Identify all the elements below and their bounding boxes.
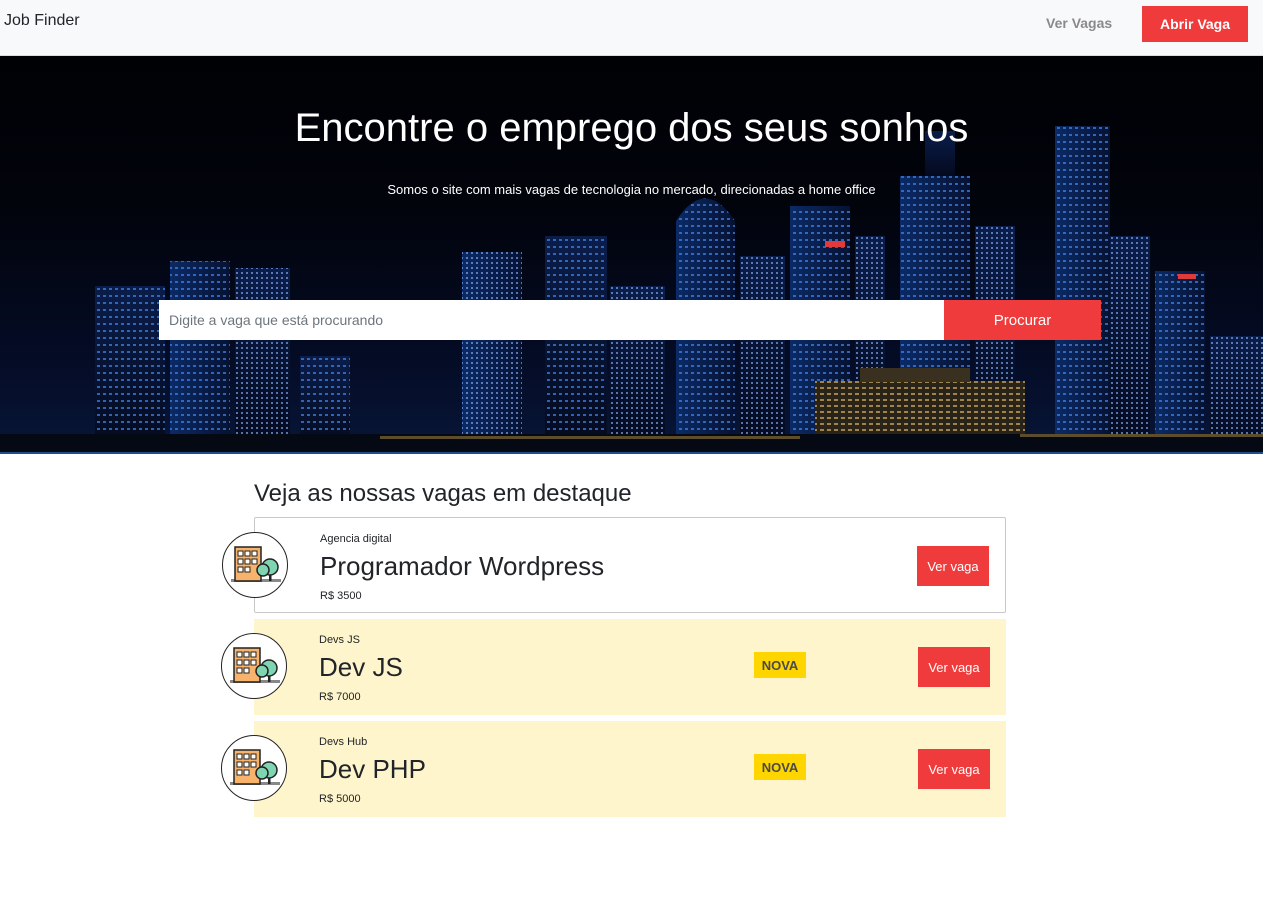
- job-title[interactable]: Dev JS: [319, 652, 403, 683]
- job-salary: R$ 7000: [319, 691, 361, 703]
- job-card: Devs Hub Dev PHP R$ 5000 NOVA Ver vaga: [221, 721, 1006, 817]
- view-job-button[interactable]: Ver vaga: [918, 749, 990, 789]
- job-salary: R$ 5000: [319, 793, 361, 805]
- new-badge: NOVA: [754, 754, 806, 780]
- building-tree-icon: [221, 633, 287, 699]
- company-name: Devs JS: [319, 634, 360, 646]
- job-card: Agencia digital Programador Wordpress R$…: [222, 517, 1006, 613]
- hero-banner: Encontre o emprego dos seus sonhos Somos…: [0, 56, 1263, 454]
- ver-vagas-link[interactable]: Ver Vagas: [1046, 15, 1112, 31]
- job-card: Devs JS Dev JS R$ 7000 NOVA Ver vaga: [221, 619, 1006, 715]
- search-button[interactable]: Procurar: [944, 300, 1101, 340]
- abrir-vaga-button[interactable]: Abrir Vaga: [1142, 6, 1248, 42]
- view-job-button[interactable]: Ver vaga: [918, 647, 990, 687]
- company-name: Devs Hub: [319, 736, 368, 748]
- hero-subtitle: Somos o site com mais vagas de tecnologi…: [387, 182, 876, 197]
- featured-heading: Veja as nossas vagas em destaque: [254, 480, 632, 507]
- new-badge: NOVA: [754, 652, 806, 678]
- company-name: Agencia digital: [320, 533, 392, 545]
- job-title[interactable]: Programador Wordpress: [320, 551, 604, 582]
- building-tree-icon: [221, 735, 287, 801]
- hero-title: Encontre o emprego dos seus sonhos: [294, 106, 969, 150]
- job-salary: R$ 3500: [320, 590, 362, 602]
- job-title[interactable]: Dev PHP: [319, 754, 426, 785]
- building-tree-icon: [222, 532, 288, 598]
- view-job-button[interactable]: Ver vaga: [917, 546, 989, 586]
- navbar: Job Finder Ver Vagas Abrir Vaga: [0, 0, 1263, 56]
- job-search-input[interactable]: Digite a vaga que está procurando: [159, 300, 945, 340]
- brand-logo[interactable]: Job Finder: [4, 12, 80, 30]
